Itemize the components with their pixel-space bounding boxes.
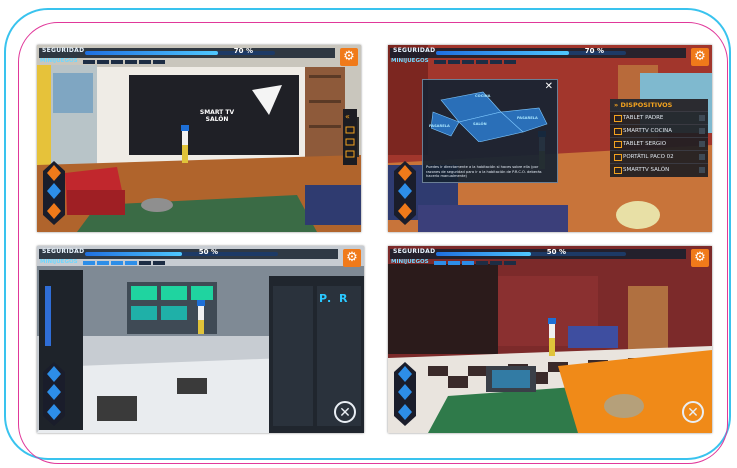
minigame-slot: [97, 60, 109, 64]
security-label: SEGURIDAD: [42, 47, 85, 54]
security-label: SEGURIDAD: [393, 248, 436, 255]
character-selector-avatar[interactable]: [43, 161, 65, 225]
minigame-slot: [139, 60, 151, 64]
map-label-salon: SALÓN: [473, 122, 487, 126]
security-percent: 50 %: [198, 248, 218, 256]
character-selector-avatar[interactable]: [394, 362, 416, 426]
screenshot-lounge: ✕ SEGURIDAD 50 % MINIJUEGOS ⚙: [388, 246, 712, 433]
minigame-slot: [111, 261, 123, 265]
close-button[interactable]: ✕: [334, 401, 356, 423]
close-button[interactable]: ✕: [682, 401, 704, 423]
minigames-label: MINIJUEGOS: [40, 58, 78, 64]
settings-gear-button[interactable]: ⚙: [343, 249, 361, 267]
screenshot-server-room: P. R ✕ SEGURIDAD 50 % MINIJUEGOS ⚙: [37, 246, 364, 433]
security-label: SEGURIDAD: [393, 47, 436, 54]
devices-panel: » DISPOSITIVOS TABLET PADRE SMARTTV COCI…: [610, 99, 708, 177]
device-item[interactable]: SMARTTV SALÓN: [610, 163, 708, 176]
house-map-dialog: COCINA SALÓN PASARELA PASARELA ✕ Puedes …: [422, 79, 558, 183]
minigame-slot: [476, 261, 488, 265]
gear-icon: ⚙: [346, 250, 358, 265]
security-percent: 50 %: [546, 248, 566, 256]
settings-gear-button[interactable]: ⚙: [340, 48, 358, 66]
minigame-slot: [462, 261, 474, 265]
character-selector-avatar[interactable]: [394, 161, 416, 225]
minigame-slot: [476, 60, 488, 64]
settings-gear-button[interactable]: ⚙: [691, 249, 709, 267]
minigame-slot: [504, 60, 516, 64]
minigame-slot: [125, 261, 137, 265]
minigame-slot: [111, 60, 123, 64]
minigame-slot: [490, 261, 502, 265]
map-label-pasarela: PASARELA: [429, 124, 450, 128]
minigames-progress: MINIJUEGOS: [39, 259, 219, 267]
lounge-scene: [388, 246, 712, 433]
character-selector-avatar[interactable]: [43, 362, 65, 426]
minigame-slot: [83, 60, 95, 64]
minigame-slot: [83, 261, 95, 265]
svg-text:«: «: [345, 112, 350, 121]
minigames-progress: MINIJUEGOS: [390, 58, 570, 66]
gear-icon: ⚙: [694, 49, 706, 64]
minigame-slot: [434, 261, 446, 265]
minigame-slot: [448, 261, 460, 265]
hud-bar: SEGURIDAD 70 % MINIJUEGOS ⚙: [37, 45, 361, 67]
minigame-slot: [434, 60, 446, 64]
device-label-smart-tv[interactable]: SMART TV SALÓN: [187, 109, 247, 123]
device-item[interactable]: TABLET PADRE: [610, 111, 708, 124]
hud-bar: SEGURIDAD 70 % MINIJUEGOS ⚙: [388, 45, 712, 67]
security-percent: 70 %: [584, 47, 604, 55]
side-devices-toggle[interactable]: «: [343, 109, 357, 165]
server-room-scene: [37, 246, 364, 433]
devices-header: » DISPOSITIVOS: [610, 99, 708, 111]
minigame-slot: [153, 261, 165, 265]
minigame-slot: [125, 60, 137, 64]
minigames-label: MINIJUEGOS: [40, 259, 78, 265]
minigames-label: MINIJUEGOS: [391, 259, 429, 265]
minigame-slot: [97, 261, 109, 265]
living-room-scene: [37, 45, 361, 232]
screenshot-living-room-tv: SMART TV SALÓN SEGURIDAD 70 % MINIJUEGOS…: [37, 45, 361, 232]
gear-icon: ⚙: [694, 250, 706, 265]
minigame-slot: [490, 60, 502, 64]
minigames-label: MINIJUEGOS: [391, 58, 429, 64]
security-percent: 70 %: [233, 47, 253, 55]
minigames-progress: MINIJUEGOS: [39, 58, 219, 66]
map-close-button[interactable]: ✕: [545, 81, 553, 92]
hud-bar: SEGURIDAD 50 % MINIJUEGOS ⚙: [388, 246, 712, 268]
device-item[interactable]: PORTÁTIL PACO 02: [610, 150, 708, 163]
minigame-slot: [504, 261, 516, 265]
minigame-slot: [448, 60, 460, 64]
screenshot-house-map: COCINA SALÓN PASARELA PASARELA ✕ Puedes …: [388, 45, 712, 232]
minigames-progress: MINIJUEGOS: [390, 259, 570, 267]
minigame-slot: [153, 60, 165, 64]
map-label-cocina: COCINA: [475, 94, 491, 98]
minigame-slot: [139, 261, 151, 265]
map-label-pasarela-2: PASARELA: [517, 116, 538, 120]
map-help-text: Puedes ir directamente a la habitación s…: [426, 165, 542, 179]
device-item[interactable]: TABLET SERGIO: [610, 137, 708, 150]
hud-bar: SEGURIDAD 50 % MINIJUEGOS ⚙: [37, 246, 364, 268]
gear-icon: ⚙: [343, 49, 355, 64]
device-item[interactable]: SMARTTV COCINA: [610, 124, 708, 137]
minigame-slot: [462, 60, 474, 64]
security-meter: [436, 252, 626, 256]
settings-gear-button[interactable]: ⚙: [691, 48, 709, 66]
security-label: SEGURIDAD: [42, 248, 85, 255]
server-sign: P. R: [319, 292, 350, 305]
security-meter: [85, 252, 278, 256]
